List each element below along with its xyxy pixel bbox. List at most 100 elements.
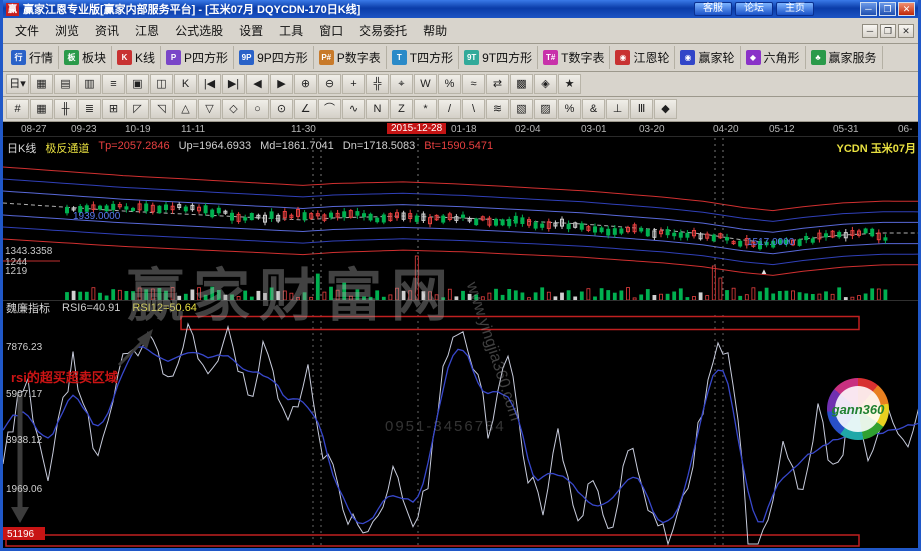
mdi-minimize-button[interactable]: ─ bbox=[862, 24, 878, 38]
main-toolbar-item-6[interactable]: TT四方形 bbox=[387, 46, 459, 69]
close-button[interactable]: ✕ bbox=[898, 2, 915, 16]
main-toolbar-item-10[interactable]: ◉赢家轮 bbox=[675, 46, 740, 69]
chart-tool-button-15[interactable]: ╬ bbox=[366, 74, 389, 94]
gann-tool-button-21[interactable]: ▧ bbox=[510, 99, 533, 119]
gann-tool-button-13[interactable]: ⌒ bbox=[318, 99, 341, 119]
main-toolbar-item-7[interactable]: 9T9T四方形 bbox=[459, 46, 538, 69]
chart-tool-button-18[interactable]: % bbox=[438, 74, 461, 94]
gann-tool-button-7[interactable]: △ bbox=[174, 99, 197, 119]
main-toolbar-item-4[interactable]: 9P9P四方形 bbox=[234, 46, 314, 69]
gann-tool-button-0[interactable]: # bbox=[6, 99, 29, 119]
chart-tool-button-20[interactable]: ⇄ bbox=[486, 74, 509, 94]
chart-tool-button-10[interactable]: ◀ bbox=[246, 74, 269, 94]
gann-tool-button-22[interactable]: ▨ bbox=[534, 99, 557, 119]
main-toolbar-label-9: 江恩轮 bbox=[633, 49, 669, 66]
chart-tool-button-2[interactable]: ▤ bbox=[54, 74, 77, 94]
main-toolbar-item-0[interactable]: 行行情 bbox=[6, 46, 59, 69]
gann-tool-button-10[interactable]: ○ bbox=[246, 99, 269, 119]
minimize-button[interactable]: ─ bbox=[860, 2, 877, 16]
chart-tool-button-14[interactable]: + bbox=[342, 74, 365, 94]
menu-item-7[interactable]: 窗口 bbox=[311, 19, 351, 42]
main-toolbar-label-0: 行情 bbox=[29, 49, 53, 66]
titlebar-quick-button-0[interactable]: 客服 bbox=[694, 2, 732, 16]
menu-item-1[interactable]: 浏览 bbox=[47, 19, 87, 42]
gann-tool-button-2[interactable]: ╫ bbox=[54, 99, 77, 119]
main-toolbar-item-3[interactable]: PP四方形 bbox=[161, 46, 234, 69]
app-logo-icon: 赢 bbox=[6, 3, 19, 16]
chart-tool-button-21[interactable]: ▩ bbox=[510, 74, 533, 94]
date-tick-3: 11-11 bbox=[181, 124, 205, 135]
menu-item-0[interactable]: 文件 bbox=[7, 19, 47, 42]
gann-tool-button-11[interactable]: ⊙ bbox=[270, 99, 293, 119]
chart-tool-button-8[interactable]: |◀ bbox=[198, 74, 221, 94]
menu-item-9[interactable]: 帮助 bbox=[415, 19, 455, 42]
chart-tool-button-17[interactable]: W bbox=[414, 74, 437, 94]
chart-tool-button-7[interactable]: K bbox=[174, 74, 197, 94]
gann-tool-button-5[interactable]: ◸ bbox=[126, 99, 149, 119]
main-toolbar-item-8[interactable]: T#T数字表 bbox=[538, 46, 610, 69]
menu-item-4[interactable]: 公式选股 bbox=[167, 19, 231, 42]
chart-tool-button-3[interactable]: ▥ bbox=[78, 74, 101, 94]
gann-tool-button-15[interactable]: N bbox=[366, 99, 389, 119]
titlebar-quick-button-2[interactable]: 主页 bbox=[776, 2, 814, 16]
chart-tool-button-1[interactable]: ▦ bbox=[30, 74, 53, 94]
chart-tool-button-9[interactable]: ▶| bbox=[222, 74, 245, 94]
chart-tool-button-16[interactable]: ⌖ bbox=[390, 74, 413, 94]
gann-tool-button-26[interactable]: Ⅲ bbox=[630, 99, 653, 119]
chart-tool-button-23[interactable]: ★ bbox=[558, 74, 581, 94]
chart-tool-button-6[interactable]: ◫ bbox=[150, 74, 173, 94]
main-toolbar-item-11[interactable]: ◆六角形 bbox=[741, 46, 806, 69]
chart-tool-button-22[interactable]: ◈ bbox=[534, 74, 557, 94]
main-toolbar-item-9[interactable]: ◉江恩轮 bbox=[610, 46, 675, 69]
gann-tool-button-24[interactable]: & bbox=[582, 99, 605, 119]
main-toolbar-item-12[interactable]: ♣赢家服务 bbox=[806, 46, 883, 69]
menu-item-2[interactable]: 资讯 bbox=[87, 19, 127, 42]
gann-tool-button-19[interactable]: \ bbox=[462, 99, 485, 119]
gann-tool-button-8[interactable]: ▽ bbox=[198, 99, 221, 119]
gann-tool-button-1[interactable]: ▦ bbox=[30, 99, 53, 119]
kline-chart-canvas[interactable]: ▲ bbox=[3, 138, 918, 300]
gann-tool-button-9[interactable]: ◇ bbox=[222, 99, 245, 119]
chart-area[interactable]: 08-2709-2310-1911-1111-302015-12-2801-18… bbox=[3, 122, 918, 548]
gann-tool-button-16[interactable]: Z bbox=[390, 99, 413, 119]
gann-tool-button-3[interactable]: ≣ bbox=[78, 99, 101, 119]
main-toolbar-item-5[interactable]: P#P数字表 bbox=[314, 46, 387, 69]
mdi-close-button[interactable]: ✕ bbox=[898, 24, 914, 38]
chart-tool-button-4[interactable]: ≡ bbox=[102, 74, 125, 94]
chart-tool-button-13[interactable]: ⊖ bbox=[318, 74, 341, 94]
main-toolbar-label-11: 六角形 bbox=[764, 49, 800, 66]
menu-item-3[interactable]: 江恩 bbox=[127, 19, 167, 42]
gann-tool-button-14[interactable]: ∿ bbox=[342, 99, 365, 119]
gann-tool-button-6[interactable]: ◹ bbox=[150, 99, 173, 119]
chart-tool-button-0[interactable]: 日▾ bbox=[6, 74, 29, 94]
gann-tool-button-17[interactable]: * bbox=[414, 99, 437, 119]
gann-tool-button-27[interactable]: ◆ bbox=[654, 99, 677, 119]
gann-tool-button-20[interactable]: ≋ bbox=[486, 99, 509, 119]
main-toolbar-item-2[interactable]: KK线 bbox=[112, 46, 161, 69]
gann-tool-button-25[interactable]: ⊥ bbox=[606, 99, 629, 119]
titlebar[interactable]: 赢 赢家江恩专业版[赢家内部服务平台] - [玉米07月 DQYCDN-170日… bbox=[3, 0, 918, 18]
mdi-window-controls: ─❐✕ bbox=[862, 24, 914, 38]
chart-tool-button-5[interactable]: ▣ bbox=[126, 74, 149, 94]
chart-tool-button-11[interactable]: ▶ bbox=[270, 74, 293, 94]
main-toolbar-icon-12: ♣ bbox=[811, 50, 826, 65]
menu-item-5[interactable]: 设置 bbox=[231, 19, 271, 42]
menu-item-8[interactable]: 交易委托 bbox=[351, 19, 415, 42]
window-title: 赢家江恩专业版[赢家内部服务平台] - [玉米07月 DQYCDN-170日K线… bbox=[23, 1, 690, 17]
date-tick-2: 10-19 bbox=[125, 124, 151, 135]
chart-tool-button-19[interactable]: ≈ bbox=[462, 74, 485, 94]
mdi-restore-button[interactable]: ❐ bbox=[880, 24, 896, 38]
gann-tool-button-23[interactable]: % bbox=[558, 99, 581, 119]
rsi-chart-canvas[interactable] bbox=[3, 315, 918, 547]
main-toolbar-icon-11: ◆ bbox=[746, 50, 761, 65]
titlebar-quick-button-1[interactable]: 论坛 bbox=[735, 2, 773, 16]
gann-tool-button-12[interactable]: ∠ bbox=[294, 99, 317, 119]
main-toolbar-item-1[interactable]: 板板块 bbox=[59, 46, 112, 69]
restore-button[interactable]: ❐ bbox=[879, 2, 896, 16]
chart-tool-button-12[interactable]: ⊕ bbox=[294, 74, 317, 94]
rsi-axis-value-3: 1969.06 bbox=[6, 484, 42, 495]
menu-item-6[interactable]: 工具 bbox=[271, 19, 311, 42]
gann-tool-button-18[interactable]: / bbox=[438, 99, 461, 119]
gann-tool-button-4[interactable]: ⊞ bbox=[102, 99, 125, 119]
kline-param-3: Dn=1718.5083 bbox=[343, 140, 415, 156]
